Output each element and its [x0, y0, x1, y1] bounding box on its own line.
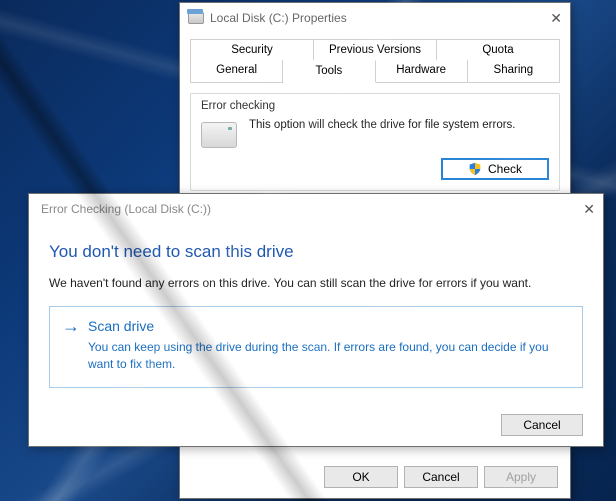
drive-icon: [201, 122, 237, 148]
tab-sharing[interactable]: Sharing: [468, 60, 560, 83]
arrow-right-icon: →: [62, 317, 80, 335]
disk-icon: [188, 12, 204, 24]
error-checking-description: This option will check the drive for fil…: [249, 118, 549, 134]
scan-drive-option[interactable]: → Scan drive You can keep using the driv…: [49, 306, 583, 388]
tab-tools[interactable]: Tools: [283, 60, 375, 83]
tab-general[interactable]: General: [190, 60, 283, 83]
error-dialog-heading: You don't need to scan this drive: [49, 242, 583, 262]
tab-hardware[interactable]: Hardware: [376, 60, 468, 83]
apply-button[interactable]: Apply: [484, 466, 558, 488]
cancel-button[interactable]: Cancel: [404, 466, 478, 488]
check-button[interactable]: Check: [441, 158, 549, 180]
error-checking-dialog: Error Checking (Local Disk (C:)) ✕ You d…: [28, 193, 604, 447]
error-dialog-body: You don't need to scan this drive We hav…: [29, 224, 603, 414]
group-label: Error checking: [201, 100, 549, 112]
properties-footer: OK Cancel Apply: [324, 466, 558, 488]
cancel-button[interactable]: Cancel: [501, 414, 583, 436]
properties-title: Local Disk (C:) Properties: [210, 11, 347, 25]
error-dialog-footer: Cancel: [29, 414, 603, 448]
tab-quota[interactable]: Quota: [437, 39, 560, 61]
tab-row-2: General Tools Hardware Sharing: [190, 60, 560, 83]
scan-drive-description: You can keep using the drive during the …: [88, 339, 570, 373]
tab-row-1: Security Previous Versions Quota: [190, 39, 560, 60]
properties-body: Security Previous Versions Quota General…: [180, 33, 570, 201]
error-dialog-text: We haven't found any errors on this driv…: [49, 276, 583, 290]
error-dialog-title: Error Checking (Local Disk (C:)): [41, 202, 211, 216]
close-icon[interactable]: ✕: [532, 10, 562, 27]
properties-titlebar: Local Disk (C:) Properties ✕: [180, 3, 570, 33]
tab-previous-versions[interactable]: Previous Versions: [314, 39, 437, 61]
close-icon[interactable]: ✕: [565, 201, 595, 218]
check-button-label: Check: [488, 162, 522, 176]
shield-icon: [468, 162, 482, 176]
error-checking-group: Error checking This option will check th…: [190, 93, 560, 191]
tab-security[interactable]: Security: [190, 39, 314, 61]
error-dialog-titlebar: Error Checking (Local Disk (C:)) ✕: [29, 194, 603, 224]
ok-button[interactable]: OK: [324, 466, 398, 488]
scan-drive-title: Scan drive: [88, 318, 154, 334]
